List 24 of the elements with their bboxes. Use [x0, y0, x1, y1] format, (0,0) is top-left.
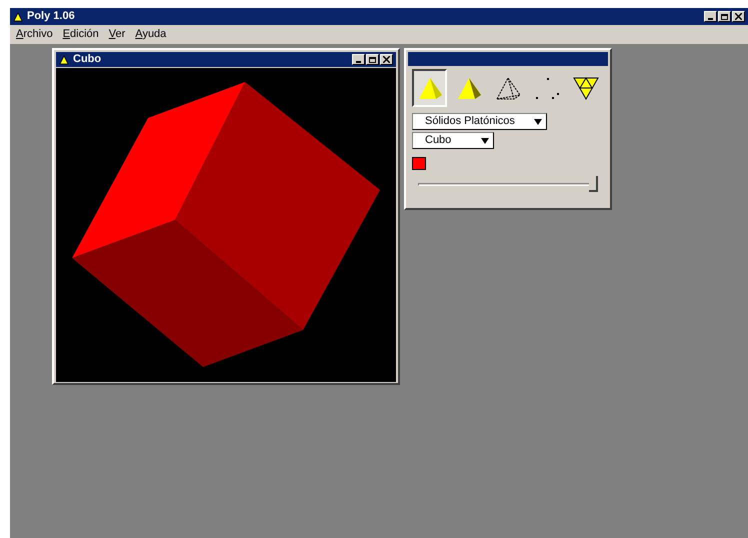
triangle-net-icon	[572, 75, 600, 101]
menu-item[interactable]: Edición	[62, 26, 99, 43]
mode-button[interactable]	[412, 69, 448, 107]
dropdown[interactable]: Sólidos Platónicos	[412, 113, 547, 130]
child-window-title: Cubo	[73, 52, 102, 68]
maximize-button[interactable]	[718, 11, 731, 22]
maximize-button[interactable]	[366, 54, 379, 65]
wireframe-pyramid-icon	[494, 75, 522, 101]
minimize-button[interactable]	[704, 11, 717, 22]
app-icon	[59, 54, 69, 64]
color-swatch[interactable]	[412, 157, 426, 170]
close-button[interactable]	[732, 11, 745, 22]
dropdown[interactable]: Cubo	[412, 132, 494, 149]
window-title: Poly 1.06	[27, 9, 75, 24]
app-icon	[13, 12, 23, 22]
vertices-icon	[533, 75, 562, 101]
minimize-button[interactable]	[352, 54, 365, 65]
close-button[interactable]	[380, 54, 393, 65]
menu-item[interactable]: Ayuda	[135, 26, 166, 43]
menu-item[interactable]: Ver	[108, 26, 126, 43]
caret-icon	[534, 118, 542, 124]
detail-slider[interactable]	[418, 176, 598, 192]
caret-icon	[481, 138, 489, 144]
menu-item[interactable]: Archivo	[16, 26, 53, 43]
